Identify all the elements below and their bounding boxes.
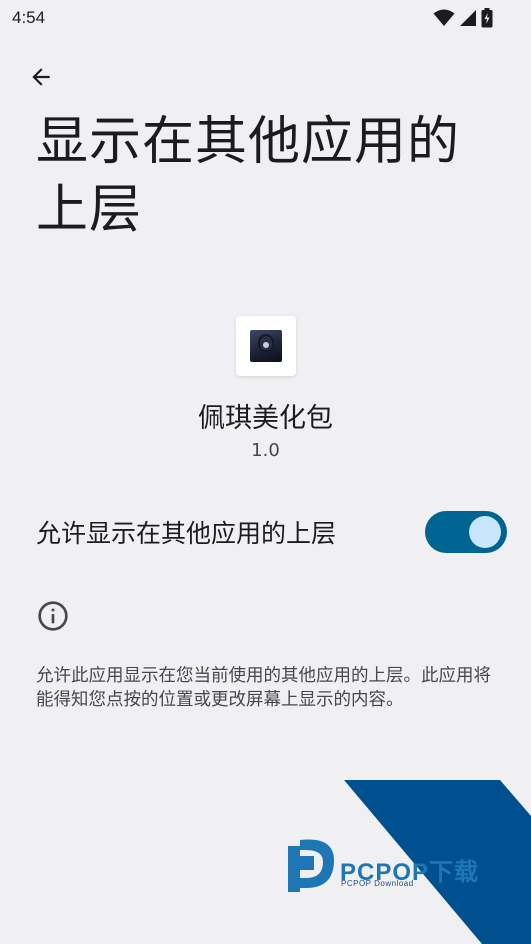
permission-toggle-row[interactable]: 允许显示在其他应用的上层	[36, 508, 511, 556]
permission-switch[interactable]	[425, 511, 507, 553]
permission-description: 允许此应用显示在您当前使用的其他应用的上层。此应用将能得知您点按的位置或更改屏幕…	[36, 666, 491, 710]
page-title: 显示在其他应用的上层	[36, 112, 461, 240]
status-icons	[433, 8, 493, 28]
info-icon	[38, 601, 68, 631]
app-name: 佩琪美化包	[198, 403, 333, 434]
status-bar: 4:54	[0, 0, 531, 36]
cellular-signal-icon	[460, 10, 476, 26]
app-icon	[236, 316, 296, 376]
battery-charging-icon	[481, 8, 493, 28]
switch-thumb	[469, 516, 501, 548]
app-thumbnail-icon	[250, 330, 282, 362]
watermark-tagline: PCPOP Download	[341, 879, 414, 888]
wifi-icon	[433, 9, 455, 26]
app-version: 1.0	[251, 440, 280, 461]
back-button[interactable]	[22, 58, 60, 96]
permission-toggle-label: 允许显示在其他应用的上层	[36, 519, 337, 548]
status-time: 4:54	[12, 8, 46, 27]
arrow-left-icon	[32, 68, 50, 86]
